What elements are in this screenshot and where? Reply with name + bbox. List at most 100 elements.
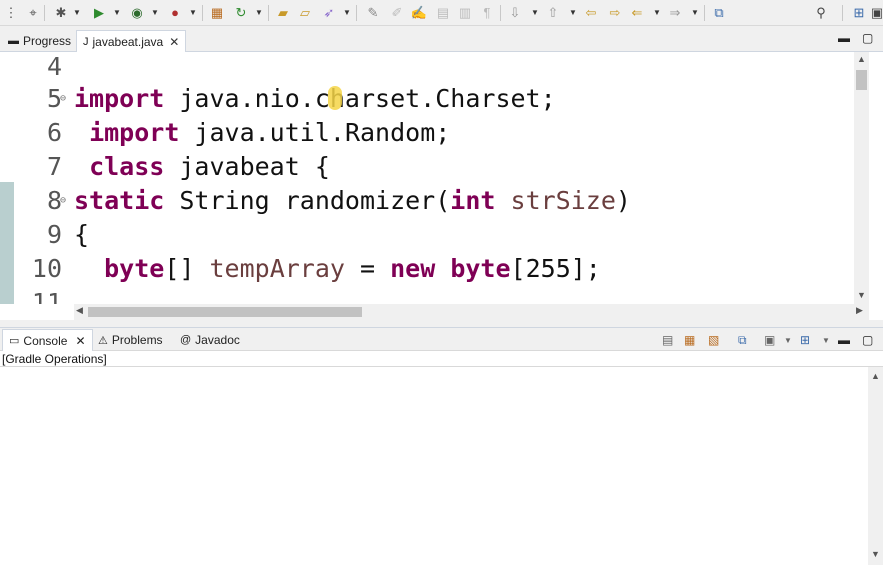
search-icon[interactable]: ⚲ xyxy=(812,4,830,22)
keyword-token: import xyxy=(89,118,180,147)
console-title: [Gradle Operations] xyxy=(0,351,883,367)
refresh-dropdown-icon[interactable]: ▼ xyxy=(254,4,264,22)
code-token: { xyxy=(74,220,90,249)
open-perspective-icon[interactable]: ⧉ xyxy=(710,4,728,22)
code-token: java.util.Random; xyxy=(179,118,451,147)
minimize-icon[interactable]: ▬ xyxy=(838,31,850,45)
highlight-icon[interactable]: ✍ xyxy=(410,4,428,22)
code-token: javabeat { xyxy=(164,152,330,181)
variable-token: tempArray xyxy=(209,254,345,283)
new-java-package-icon[interactable]: ▦ xyxy=(208,4,226,22)
code-token: java.nio.charset.Charset; xyxy=(164,84,556,113)
scroll-up-icon[interactable]: ▲ xyxy=(868,371,883,381)
maximize-icon[interactable]: ▢ xyxy=(862,333,873,347)
display-console-dropdown-icon[interactable]: ▼ xyxy=(784,336,792,345)
code-token: String randomizer( xyxy=(164,186,451,215)
tab-label: Console xyxy=(23,333,68,348)
editor-vertical-scrollbar[interactable]: ▲ ▼ xyxy=(854,52,869,304)
dots-icon[interactable]: ⋮ xyxy=(2,4,20,22)
coverage-dropdown-icon[interactable]: ▼ xyxy=(150,4,160,22)
tab-progress[interactable]: ▬ Progress xyxy=(2,30,77,52)
open-folder-icon[interactable]: ▰ xyxy=(274,4,292,22)
annotation-dropdown-icon[interactable]: ▼ xyxy=(530,4,540,22)
pilcrow-icon[interactable]: ¶ xyxy=(478,4,496,22)
block-select-icon[interactable]: ▥ xyxy=(456,4,474,22)
cursor-highlight xyxy=(328,86,342,110)
line-number: 9 xyxy=(46,220,62,249)
word-wrap-icon[interactable]: ▧ xyxy=(708,333,719,347)
debug-dropdown-icon[interactable]: ▼ xyxy=(72,4,82,22)
tab-console[interactable]: ▭ Console ✕ xyxy=(2,329,93,351)
open-console-dropdown-icon[interactable]: ▼ xyxy=(822,336,830,345)
search-rocket-icon[interactable]: ➶ xyxy=(320,4,338,22)
next-edit-icon[interactable]: ⇨ xyxy=(606,4,624,22)
coverage-icon[interactable]: ◉ xyxy=(128,4,146,22)
code-text: import java.util.Random; xyxy=(74,116,450,150)
scroll-lock-icon[interactable]: ▦ xyxy=(684,333,695,347)
scroll-left-icon[interactable]: ◀ xyxy=(76,305,83,316)
display-console-icon[interactable]: ▣ xyxy=(764,333,775,347)
close-icon[interactable]: ✕ xyxy=(169,35,179,49)
external-tools-dropdown-icon[interactable]: ▼ xyxy=(188,4,198,22)
toggle-mark-icon[interactable]: ✎ xyxy=(364,4,382,22)
console-output[interactable] xyxy=(0,367,868,565)
scroll-right-icon[interactable]: ▶ xyxy=(856,305,863,316)
progress-icon: ▬ xyxy=(8,35,19,47)
edit-icon[interactable]: ✐ xyxy=(388,4,406,22)
scroll-down-icon[interactable]: ▼ xyxy=(854,290,869,300)
scroll-up-icon[interactable]: ▲ xyxy=(854,54,869,64)
block-icon[interactable]: ▤ xyxy=(434,4,452,22)
code-token: = xyxy=(344,254,391,283)
pin-icon[interactable]: ⌖ xyxy=(24,4,42,22)
keyword-token: import xyxy=(74,84,165,113)
run-dropdown-icon[interactable]: ▼ xyxy=(112,4,122,22)
forward-dropdown-icon[interactable]: ▼ xyxy=(690,4,700,22)
back-dropdown-icon[interactable]: ▼ xyxy=(652,4,662,22)
run-icon[interactable]: ▶ xyxy=(90,4,108,22)
tab-javabeat-java[interactable]: J javabeat.java ✕ xyxy=(76,30,187,52)
tab-problems[interactable]: ⚠ Problems xyxy=(92,329,169,351)
variable-token: strSize xyxy=(510,186,616,215)
annotation-icon[interactable]: ⇩ xyxy=(506,4,524,22)
forward-icon[interactable]: ⇒ xyxy=(666,4,684,22)
clear-console-icon[interactable]: ▤ xyxy=(662,333,673,347)
search-dropdown-icon[interactable]: ▼ xyxy=(342,4,352,22)
tab-javadoc[interactable]: @ Javadoc xyxy=(174,329,246,351)
open-file-icon[interactable]: ▱ xyxy=(296,4,314,22)
editor-horizontal-scrollbar[interactable]: ◀ ▶ xyxy=(74,304,869,320)
pin-console-icon[interactable]: ⧉ xyxy=(738,333,747,348)
line-number: 10 xyxy=(31,254,62,283)
tab-label: Javadoc xyxy=(195,333,240,347)
fold-toggle-icon[interactable]: ⊖ xyxy=(60,82,66,116)
refresh-icon[interactable]: ↻ xyxy=(232,4,250,22)
toolbar-separator xyxy=(356,5,357,21)
close-icon[interactable]: ✕ xyxy=(75,334,85,348)
code-area[interactable]: 4 5 ⊖ import java.nio.charset.Charset; 6 imp… xyxy=(14,52,854,304)
code-token: [] xyxy=(164,254,210,283)
back-icon[interactable]: ⇐ xyxy=(628,4,646,22)
code-editor[interactable]: 4 5 ⊖ import java.nio.charset.Charset; 6 imp… xyxy=(0,52,883,320)
console-tab-bar: ▭ Console ✕ ⚠ Problems @ Javadoc ▤ ▦ ▧ ⧉… xyxy=(0,327,883,351)
java-file-icon: J xyxy=(83,35,89,48)
next-annotation-dropdown-icon[interactable]: ▼ xyxy=(568,4,578,22)
scroll-thumb[interactable] xyxy=(88,307,362,317)
minimize-icon[interactable]: ▬ xyxy=(838,333,850,347)
java-perspective-icon[interactable]: ▣ xyxy=(868,4,883,22)
keyword-token: static xyxy=(74,186,165,215)
fold-toggle-icon[interactable]: ⊖ xyxy=(60,184,66,218)
maximize-icon[interactable]: ▢ xyxy=(862,31,873,45)
scroll-down-icon[interactable]: ▼ xyxy=(868,549,883,559)
prev-edit-icon[interactable]: ⇦ xyxy=(582,4,600,22)
open-console-icon[interactable]: ⊞ xyxy=(800,333,810,347)
console-vertical-scrollbar[interactable]: ▲ ▼ xyxy=(868,367,883,565)
toolbar-separator xyxy=(202,5,203,21)
next-annotation-icon[interactable]: ⇧ xyxy=(544,4,562,22)
debug-icon[interactable]: ✱ xyxy=(52,4,70,22)
perspective-icon[interactable]: ⊞ xyxy=(850,4,868,22)
tab-label: Problems xyxy=(111,333,163,347)
scroll-thumb[interactable] xyxy=(856,70,867,90)
external-tools-icon[interactable]: ● xyxy=(166,4,184,22)
